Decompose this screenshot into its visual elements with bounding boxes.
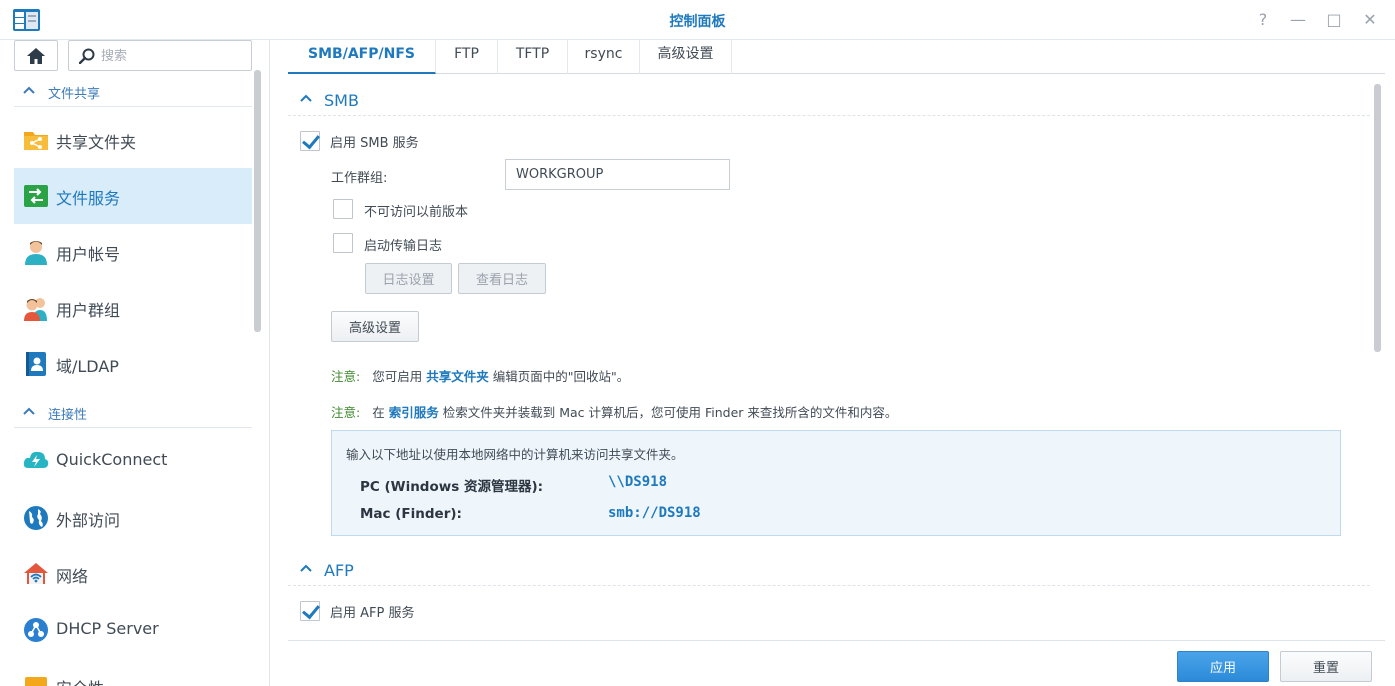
sidebar-item-label: 用户帐号 (56, 245, 121, 264)
sidebar-item-label: 文件服务 (56, 189, 121, 208)
chevron-up-icon (300, 564, 312, 572)
smb-section-title: SMB (324, 91, 359, 110)
chevron-up-icon (23, 86, 35, 94)
note-text: 您可启用 (372, 369, 423, 384)
workgroup-input[interactable] (505, 159, 730, 190)
minimize-icon[interactable]: — (1286, 8, 1310, 32)
workgroup-label: 工作群组: (331, 171, 388, 186)
sidebar-item-group[interactable]: 用户群组 (14, 280, 252, 336)
title-bar: 控制面板 ? — □ ✕ (0, 0, 1395, 40)
transfer-log-label: 启动传输日志 (364, 239, 443, 254)
sidebar-item-domain-ldap[interactable]: 域/LDAP (14, 336, 252, 392)
tab-tftp[interactable]: TFTP (498, 40, 568, 74)
user-icon (25, 241, 47, 265)
tab-rsync[interactable]: rsync (568, 40, 640, 74)
home-icon (27, 47, 45, 64)
note-text: 在 (372, 405, 385, 420)
pc-address-value: \\DS918 (608, 474, 668, 490)
indexing-service-link[interactable]: 索引服务 (389, 405, 439, 420)
chevron-up-icon (300, 94, 312, 102)
sidebar-item-label: 共享文件夹 (56, 133, 137, 152)
note-text: 检索文件夹并装载到 Mac 计算机后，您可使用 Finder 来查找所含的文件和… (442, 405, 898, 420)
apply-button[interactable]: 应用 (1177, 651, 1269, 682)
smb-section-header[interactable]: SMB (288, 78, 1370, 116)
search-field[interactable] (68, 40, 252, 71)
note-label: 注意: (331, 405, 361, 420)
tab-ftp[interactable]: FTP (436, 40, 498, 74)
mac-address-label: Mac (Finder): (360, 506, 462, 522)
sidebar-item-external-access[interactable]: 外部访问 (14, 490, 252, 546)
sidebar-item-shared-folder[interactable]: 共享文件夹 (14, 112, 252, 168)
network-icon (24, 563, 48, 584)
note-label: 注意: (331, 369, 361, 384)
group-icon (24, 298, 47, 321)
quickconnect-icon (23, 451, 49, 468)
tab-advanced-settings[interactable]: 高级设置 (640, 40, 732, 74)
access-address-box: 输入以下地址以使用本地网络中的计算机来访问共享文件夹。 PC (Windows … (331, 430, 1341, 536)
sidebar-item-label: QuickConnect (56, 450, 168, 469)
sidebar-item-label: 网络 (56, 567, 89, 586)
window-title: 控制面板 (669, 14, 726, 30)
section-label: 文件共享 (48, 87, 101, 102)
note-recycle-bin: 注意: 您可启用 共享文件夹 编辑页面中的"回收站"。 (331, 366, 629, 385)
note-text: 编辑页面中的"回收站"。 (492, 369, 630, 384)
smb-advanced-button[interactable]: 高级设置 (331, 311, 419, 342)
security-icon (25, 677, 47, 686)
no-prev-versions-label: 不可访问以前版本 (364, 205, 469, 220)
sidebar-item-label: 外部访问 (56, 511, 121, 530)
no-prev-versions-checkbox[interactable] (333, 199, 353, 219)
sidebar-item-quickconnect[interactable]: QuickConnect (14, 433, 252, 489)
note-indexing: 注意: 在 索引服务 检索文件夹并装载到 Mac 计算机后，您可使用 Finder… (331, 402, 897, 421)
view-log-button[interactable]: 查看日志 (458, 263, 546, 294)
content-scrollbar[interactable] (1374, 84, 1381, 352)
sidebar-item-security[interactable]: 安全性 (14, 658, 252, 686)
close-icon[interactable]: ✕ (1358, 8, 1382, 32)
tab-smb-afp-nfs[interactable]: SMB/AFP/NFS (288, 40, 436, 74)
enable-smb-checkbox[interactable] (300, 131, 320, 151)
main-content: SMB 启用 SMB 服务 工作群组: 不可访问以前版本 启动传输日志 日志设置… (288, 76, 1385, 640)
enable-smb-label: 启用 SMB 服务 (330, 136, 419, 151)
transfer-log-checkbox[interactable] (333, 233, 353, 253)
log-settings-button[interactable]: 日志设置 (365, 263, 452, 294)
search-icon (79, 48, 95, 64)
sidebar-item-label: 用户群组 (56, 301, 121, 320)
file-services-icon (24, 185, 48, 207)
sidebar-item-user[interactable]: 用户帐号 (14, 224, 252, 280)
shared-folder-link[interactable]: 共享文件夹 (426, 369, 489, 384)
section-file-sharing[interactable]: 文件共享 (14, 75, 252, 107)
chevron-up-icon (23, 407, 35, 415)
enable-afp-checkbox[interactable] (300, 601, 320, 621)
sidebar-item-dhcp-server[interactable]: DHCP Server (14, 602, 252, 658)
globe-icon (24, 506, 48, 530)
tab-bar: SMB/AFP/NFS FTP TFTP rsync 高级设置 (288, 40, 1385, 74)
sidebar-item-file-services[interactable]: 文件服务 (14, 168, 252, 224)
access-intro: 输入以下地址以使用本地网络中的计算机来访问共享文件夹。 (346, 447, 684, 462)
maximize-icon[interactable]: □ (1322, 8, 1346, 32)
enable-afp-label: 启用 AFP 服务 (330, 606, 415, 621)
section-connectivity[interactable]: 连接性 (14, 396, 252, 428)
afp-section-title: AFP (324, 561, 354, 580)
help-icon[interactable]: ? (1251, 8, 1275, 32)
reset-button[interactable]: 重置 (1280, 651, 1372, 682)
home-button[interactable] (14, 40, 58, 71)
sidebar-item-label: 域/LDAP (56, 357, 119, 376)
dhcp-icon (24, 618, 48, 642)
sidebar: 文件共享 共享文件夹 文件服务 用户帐号 (0, 40, 270, 686)
section-label: 连接性 (48, 408, 88, 423)
search-input[interactable] (101, 46, 241, 66)
mac-address-value: smb://DS918 (608, 505, 701, 521)
domain-ldap-icon (26, 352, 46, 376)
footer: 应用 重置 (288, 640, 1385, 686)
sidebar-item-label: DHCP Server (56, 619, 159, 638)
pc-address-label: PC (Windows 资源管理器): (360, 479, 544, 495)
afp-section-header[interactable]: AFP (288, 548, 1370, 586)
sidebar-item-label: 安全性 (56, 675, 104, 686)
sidebar-scrollbar[interactable] (254, 70, 261, 332)
sidebar-item-network[interactable]: 网络 (14, 546, 252, 602)
shared-folder-icon (24, 132, 48, 150)
